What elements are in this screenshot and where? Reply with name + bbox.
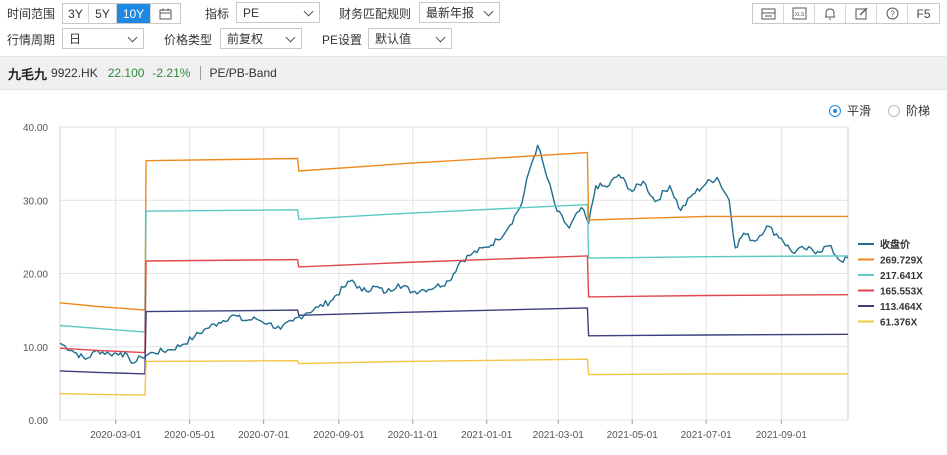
refresh-f5-button[interactable]: F5 (908, 4, 939, 23)
calendar-icon (159, 8, 172, 19)
chart-title: PE/PB-Band (209, 66, 277, 80)
stock-info-bar: 九毛九 9922.HK 22.100 -2.21% PE/PB-Band (0, 56, 947, 90)
layout-icon (761, 8, 775, 19)
price-type-select-value: 前复权 (227, 32, 264, 46)
calendar-button[interactable] (151, 4, 180, 23)
edit-icon (855, 7, 867, 20)
bell-icon (825, 8, 835, 20)
controls-row-2: 行情周期 日 价格类型 前复权 PE设置 默认值 (0, 26, 947, 52)
chart-toolbar: XLS ? F5 (752, 3, 940, 24)
price-type-label: 价格类型 (164, 32, 213, 47)
chevron-down-icon (483, 6, 494, 17)
xls-icon: XLS (792, 7, 806, 20)
radio-unselected-icon (888, 104, 900, 117)
time-range-label: 时间范围 (7, 6, 56, 21)
fin-rule-select-value: 最新年报 (426, 6, 475, 20)
time-range-buttons: 3Y 5Y 10Y (62, 3, 181, 24)
chevron-down-icon (303, 6, 314, 17)
pe-setting-label: PE设置 (322, 32, 363, 47)
pe-setting-select[interactable]: 默认值 (368, 28, 452, 49)
alert-button[interactable] (815, 4, 846, 23)
smooth-radio-label: 平滑 (847, 104, 872, 118)
svg-text:XLS: XLS (794, 12, 804, 18)
smooth-radio[interactable]: 平滑 (829, 102, 871, 119)
indicator-label: 指标 (205, 6, 230, 21)
stock-change: -2.21% (152, 66, 191, 80)
range-5y-button[interactable]: 5Y (89, 4, 117, 23)
export-xls-button[interactable]: XLS (784, 4, 815, 23)
stock-code: 9922.HK (51, 66, 98, 80)
range-10y-button[interactable]: 10Y (117, 4, 151, 23)
controls-row-1: 时间范围 3Y 5Y 10Y 指标 PE 财务匹配规则 最新年报 XLS ? F (0, 0, 947, 26)
stock-name: 九毛九 (8, 66, 48, 82)
indicator-select-value: PE (243, 5, 260, 20)
pe-setting-select-value: 默认值 (375, 32, 412, 46)
stock-price: 22.100 (107, 66, 145, 80)
period-select[interactable]: 日 (62, 28, 144, 49)
period-select-value: 日 (69, 32, 82, 46)
price-type-select[interactable]: 前复权 (220, 28, 302, 49)
chevron-down-icon (127, 32, 138, 43)
period-label: 行情周期 (7, 32, 56, 47)
chevron-down-icon (285, 32, 296, 43)
chevron-down-icon (435, 32, 446, 43)
chart-panel (0, 90, 947, 455)
indicator-select[interactable]: PE (236, 2, 320, 23)
edit-button[interactable] (846, 4, 877, 23)
fin-rule-select[interactable]: 最新年报 (419, 2, 500, 23)
divider (200, 66, 202, 80)
radio-selected-icon (829, 104, 841, 117)
help-icon: ? (886, 7, 898, 20)
svg-text:?: ? (890, 10, 895, 19)
help-button[interactable]: ? (877, 4, 908, 23)
fin-rule-label: 财务匹配规则 (339, 6, 412, 21)
layout-button[interactable] (753, 4, 784, 23)
range-3y-button[interactable]: 3Y (63, 4, 89, 23)
step-radio-label: 阶梯 (906, 104, 931, 118)
step-radio[interactable]: 阶梯 (888, 102, 930, 119)
